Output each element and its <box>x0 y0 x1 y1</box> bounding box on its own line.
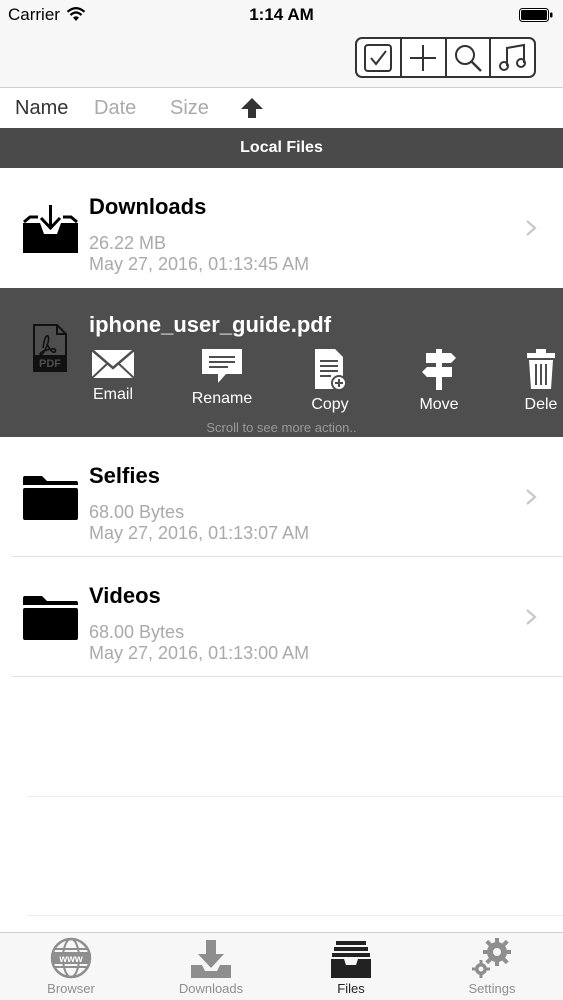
copy-action-button[interactable]: Copy <box>285 348 375 414</box>
folder-icon <box>23 476 78 520</box>
trash-icon <box>527 349 555 389</box>
delete-action-label: Dele <box>524 396 558 413</box>
move-action-button[interactable]: Move <box>394 348 484 414</box>
search-icon <box>454 44 482 72</box>
arrow-up-icon[interactable] <box>240 97 264 119</box>
chevron-right-icon <box>526 489 537 505</box>
file-row-selfies[interactable]: Selfies 68.00 Bytes May 27, 2016, 01:13:… <box>0 437 563 557</box>
tab-bar: www Browser Downloads Files Settings <box>0 932 563 1000</box>
file-name: Downloads <box>89 194 207 219</box>
checkbox-icon <box>364 43 393 72</box>
gears-icon <box>472 938 511 978</box>
music-icon <box>498 43 526 71</box>
add-button[interactable] <box>402 39 447 76</box>
select-button[interactable] <box>357 39 402 76</box>
tab-downloads[interactable]: Downloads <box>156 937 266 996</box>
nav-bar <box>0 30 563 88</box>
copy-action-label: Copy <box>311 396 349 413</box>
file-name: iphone_user_guide.pdf <box>89 312 332 337</box>
section-header: Local Files <box>0 128 563 168</box>
tab-downloads-label: Downloads <box>178 981 244 996</box>
row-divider <box>12 676 563 677</box>
file-date: May 27, 2016, 01:13:45 AM <box>89 254 310 274</box>
file-name: Videos <box>89 583 161 608</box>
move-action-label: Move <box>419 396 459 413</box>
email-action-label: Email <box>92 386 133 403</box>
tab-browser[interactable]: www Browser <box>16 937 126 996</box>
music-button[interactable] <box>491 39 534 76</box>
svg-text:PDF: PDF <box>39 358 61 370</box>
file-date: May 27, 2016, 01:13:07 AM <box>89 523 310 543</box>
file-row-downloads[interactable]: Downloads 26.22 MB May 27, 2016, 01:13:4… <box>0 168 563 288</box>
sort-by-size[interactable]: Size <box>170 97 209 120</box>
tab-files-label: Files <box>337 981 365 996</box>
file-date: May 27, 2016, 01:13:00 AM <box>89 643 310 663</box>
sort-bar: Name Date Size <box>0 88 563 128</box>
file-size: 68.00 Bytes <box>89 622 185 642</box>
scroll-hint: Scroll to see more action.. <box>206 420 357 435</box>
file-size: 26.22 MB <box>89 233 167 253</box>
chevron-right-icon <box>526 220 537 236</box>
plus-icon <box>410 44 437 71</box>
sort-by-date[interactable]: Date <box>94 97 136 120</box>
rename-action-label: Rename <box>191 390 253 407</box>
download-tray-icon <box>191 940 231 978</box>
sort-by-name[interactable]: Name <box>15 97 68 120</box>
pdf-icon: PDF <box>33 324 67 372</box>
toolbar <box>355 37 536 78</box>
folder-icon <box>23 596 78 640</box>
tab-settings-label: Settings <box>468 981 516 996</box>
speech-bubble-icon <box>202 349 242 383</box>
empty-row-divider <box>27 915 563 916</box>
status-bar: Carrier 1:14 AM <box>0 0 563 30</box>
chevron-right-icon <box>526 609 537 625</box>
rename-action-button[interactable]: Rename <box>177 348 267 408</box>
status-time: 1:14 AM <box>249 5 314 24</box>
tab-files[interactable]: Files <box>296 937 406 996</box>
file-row-pdf-actions[interactable]: PDF iphone_user_guide.pdf Email Rename C… <box>0 288 563 437</box>
document-copy-icon <box>315 349 347 390</box>
files-drawer-icon <box>331 941 371 978</box>
svg-text:www: www <box>58 954 83 965</box>
file-size: 68.00 Bytes <box>89 502 185 522</box>
empty-row-divider <box>27 796 563 797</box>
file-name: Selfies <box>89 463 160 488</box>
search-button[interactable] <box>447 39 492 76</box>
envelope-icon <box>91 349 135 379</box>
battery-icon <box>519 8 553 22</box>
email-action-button[interactable]: Email <box>68 348 158 404</box>
globe-www-icon: www <box>50 937 92 979</box>
signpost-icon <box>422 349 456 390</box>
file-row-videos[interactable]: Videos 68.00 Bytes May 27, 2016, 01:13:0… <box>0 557 563 677</box>
download-tray-icon <box>23 205 78 253</box>
delete-action-button[interactable]: Dele <box>496 348 563 414</box>
tab-browser-label: Browser <box>47 981 95 996</box>
tab-settings[interactable]: Settings <box>437 937 547 996</box>
